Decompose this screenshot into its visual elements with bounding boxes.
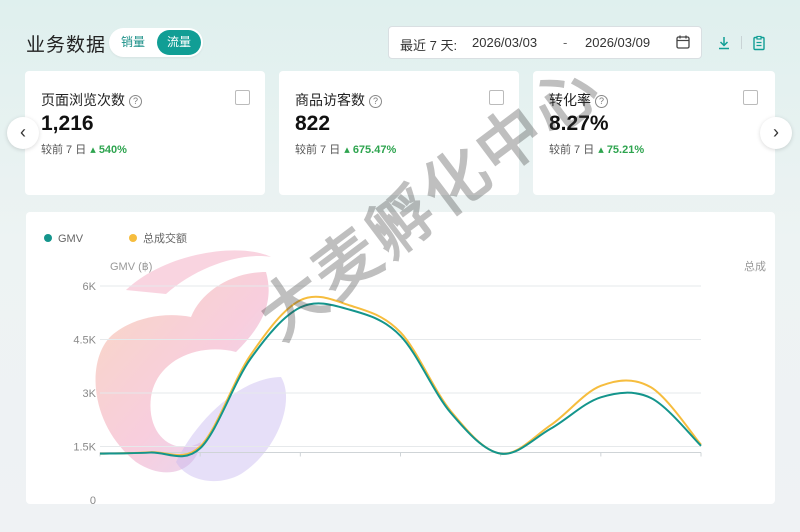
y-tick-label: 4.5K (73, 335, 96, 347)
metric-checkbox[interactable] (743, 90, 758, 105)
legend-marker (44, 234, 52, 242)
y-tick-label: 1.5K (73, 442, 96, 454)
change-value: 75.21% (606, 144, 645, 156)
legend-marker (129, 234, 137, 242)
carousel-next-button[interactable]: › (760, 117, 792, 149)
help-icon[interactable]: ? (129, 95, 142, 108)
metric-title: 页面浏览次数 (41, 92, 125, 108)
metric-checkbox[interactable] (235, 90, 250, 105)
metric-compare: 较前 7 日 ▴ 540% (41, 141, 127, 157)
y-axis-label: GMV (฿) (110, 261, 152, 273)
page-title: 业务数据 (26, 35, 107, 56)
metric-title: 商品访客数 (295, 92, 365, 108)
legend-label: GMV (58, 233, 84, 245)
date-range-label: 最近 7 天: (400, 38, 458, 53)
compare-label: 较前 7 日 (295, 144, 341, 156)
chart-grid (100, 285, 701, 447)
date-range-end[interactable]: 2026/03/09 (585, 35, 650, 50)
metric-compare: 较前 7 日 ▴ 675.47% (295, 141, 396, 157)
metric-value: 822 (295, 112, 331, 135)
date-range-start[interactable]: 2026/03/03 (472, 35, 537, 50)
legend-label: 总成交额 (143, 231, 187, 245)
carousel-prev-button[interactable]: ‹ (7, 117, 39, 149)
toolbar-divider (741, 36, 742, 49)
change-value: 675.47% (352, 144, 397, 156)
metric-value: 1,216 (41, 112, 94, 135)
download-icon[interactable] (716, 35, 732, 51)
toggle-traffic[interactable]: 流量 (157, 30, 201, 55)
report-icon[interactable] (751, 35, 767, 51)
chart-legend: GMV 总成交额 (44, 231, 187, 245)
change-up: ▴ 675.47% (344, 144, 397, 156)
change-up: ▴ 540% (90, 144, 127, 156)
help-icon[interactable]: ? (369, 95, 382, 108)
toggle-sales[interactable]: 销量 (113, 30, 153, 55)
compare-label: 较前 7 日 (41, 144, 87, 156)
calendar-icon[interactable] (675, 34, 691, 50)
metric-type-toggle: 销量 流量 (109, 28, 203, 57)
change-up: ▴ 75.21% (598, 144, 645, 156)
y-tick-label: 6K (83, 281, 97, 293)
y-tick-label: 3K (83, 388, 97, 400)
change-value: 540% (98, 144, 127, 156)
metric-card-page-views[interactable]: 页面浏览次数? 1,216 较前 7 日 ▴ 540% (25, 71, 265, 195)
y-tick-label: 0 (90, 495, 96, 504)
header: 业务数据 销量 流量 最近 7 天: 2026/03/03 - 2026/03/… (0, 0, 800, 70)
y2-axis-label: 总成 (744, 259, 766, 273)
